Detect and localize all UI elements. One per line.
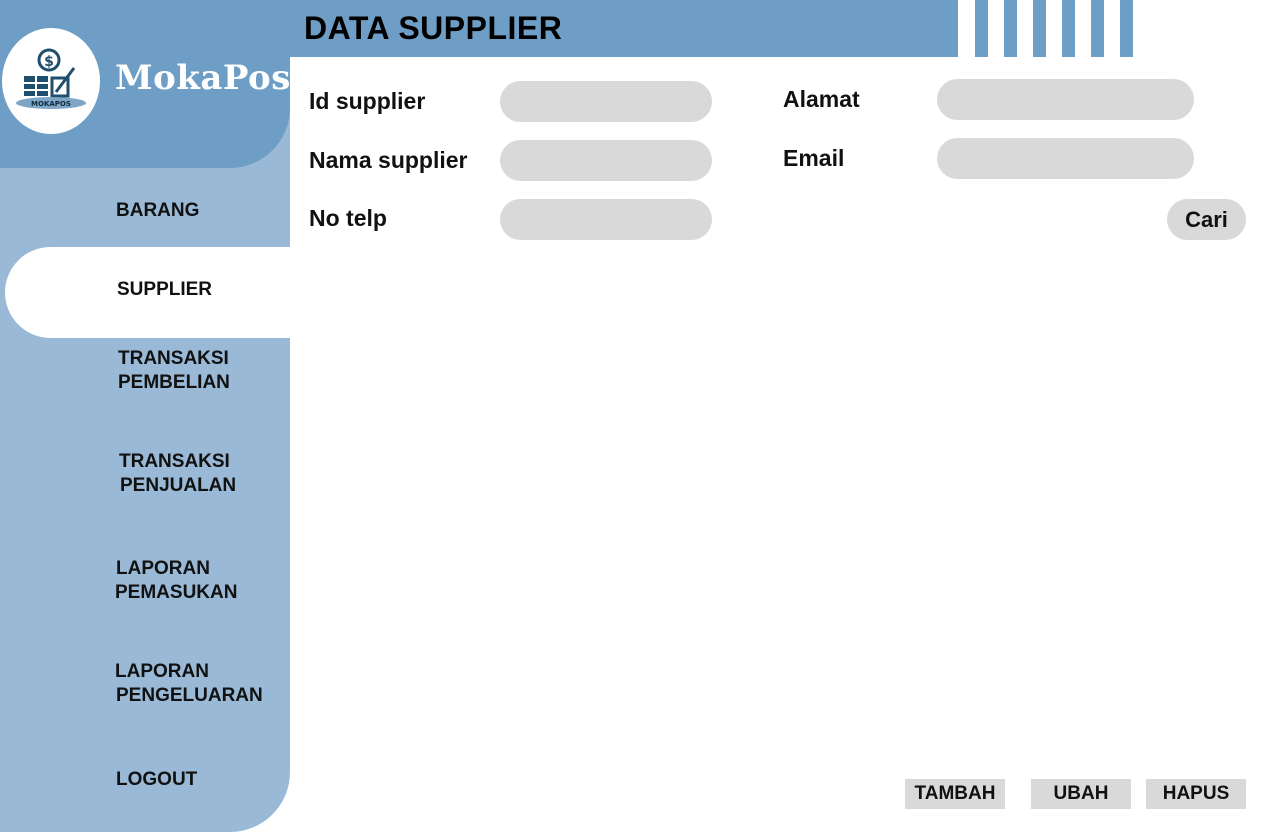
sidebar-item-logout[interactable]: LOGOUT xyxy=(0,768,290,792)
sidebar-item-barang[interactable]: BARANG xyxy=(0,199,290,223)
no-telp-label: No telp xyxy=(309,205,387,231)
header-stripe xyxy=(975,0,988,57)
id-supplier-field[interactable] xyxy=(500,81,712,122)
sidebar-item-label: LOGOUT xyxy=(116,769,198,790)
email-field[interactable] xyxy=(937,138,1194,179)
sidebar: $ MOKAPOS MokaPos BARANG SUPPLIER TRANSA… xyxy=(0,0,290,832)
sidebar-item-label: PENJUALAN xyxy=(120,475,237,496)
alamat-field[interactable] xyxy=(937,79,1194,120)
sidebar-item-transaksi-pembelian[interactable]: TRANSAKSI PEMBELIAN xyxy=(0,347,290,395)
header-stripe xyxy=(1120,0,1133,57)
delete-button[interactable]: HAPUS xyxy=(1146,779,1246,809)
header-stripe xyxy=(1091,0,1104,57)
header-stripe xyxy=(1004,0,1017,57)
add-button[interactable]: TAMBAH xyxy=(905,779,1005,809)
sidebar-item-label: PEMASUKAN xyxy=(115,582,238,603)
brand-name: MokaPos xyxy=(115,58,290,98)
cash-register-icon: $ MOKAPOS xyxy=(16,48,86,109)
header-bar: DATA SUPPLIER xyxy=(290,0,958,57)
svg-text:$: $ xyxy=(44,54,54,70)
brand-panel: $ MOKAPOS MokaPos xyxy=(0,0,290,168)
sidebar-item-label: BARANG xyxy=(116,200,200,221)
sidebar-item-label: LAPORAN xyxy=(115,661,209,682)
logo-text: MOKAPOS xyxy=(31,100,71,108)
sidebar-item-label: LAPORAN xyxy=(116,558,210,579)
sidebar-item-transaksi-penjualan[interactable]: TRANSAKSI PENJUALAN xyxy=(0,450,290,498)
sidebar-item-laporan-pemasukan[interactable]: LAPORAN PEMASUKAN xyxy=(0,557,290,605)
page-title: DATA SUPPLIER xyxy=(304,10,563,46)
email-label: Email xyxy=(783,145,845,171)
sidebar-item-label: PENGELUARAN xyxy=(116,685,263,706)
sidebar-item-label: PEMBELIAN xyxy=(118,372,230,393)
sidebar-item-label: SUPPLIER xyxy=(117,279,213,300)
nama-supplier-field[interactable] xyxy=(500,140,712,181)
no-telp-field[interactable] xyxy=(500,199,712,240)
header-stripe xyxy=(1033,0,1046,57)
edit-button[interactable]: UBAH xyxy=(1031,779,1131,809)
logo: $ MOKAPOS xyxy=(2,28,100,134)
nama-supplier-label: Nama supplier xyxy=(309,147,468,173)
header-stripe xyxy=(1062,0,1075,57)
id-supplier-label: Id supplier xyxy=(309,88,426,114)
search-button[interactable]: Cari xyxy=(1167,199,1246,240)
sidebar-item-label: TRANSAKSI xyxy=(118,348,229,369)
alamat-label: Alamat xyxy=(783,86,860,112)
sidebar-item-supplier[interactable]: SUPPLIER xyxy=(5,247,290,338)
sidebar-item-label: TRANSAKSI xyxy=(119,451,230,472)
sidebar-item-laporan-pengeluaran[interactable]: LAPORAN PENGELUARAN xyxy=(0,660,290,708)
